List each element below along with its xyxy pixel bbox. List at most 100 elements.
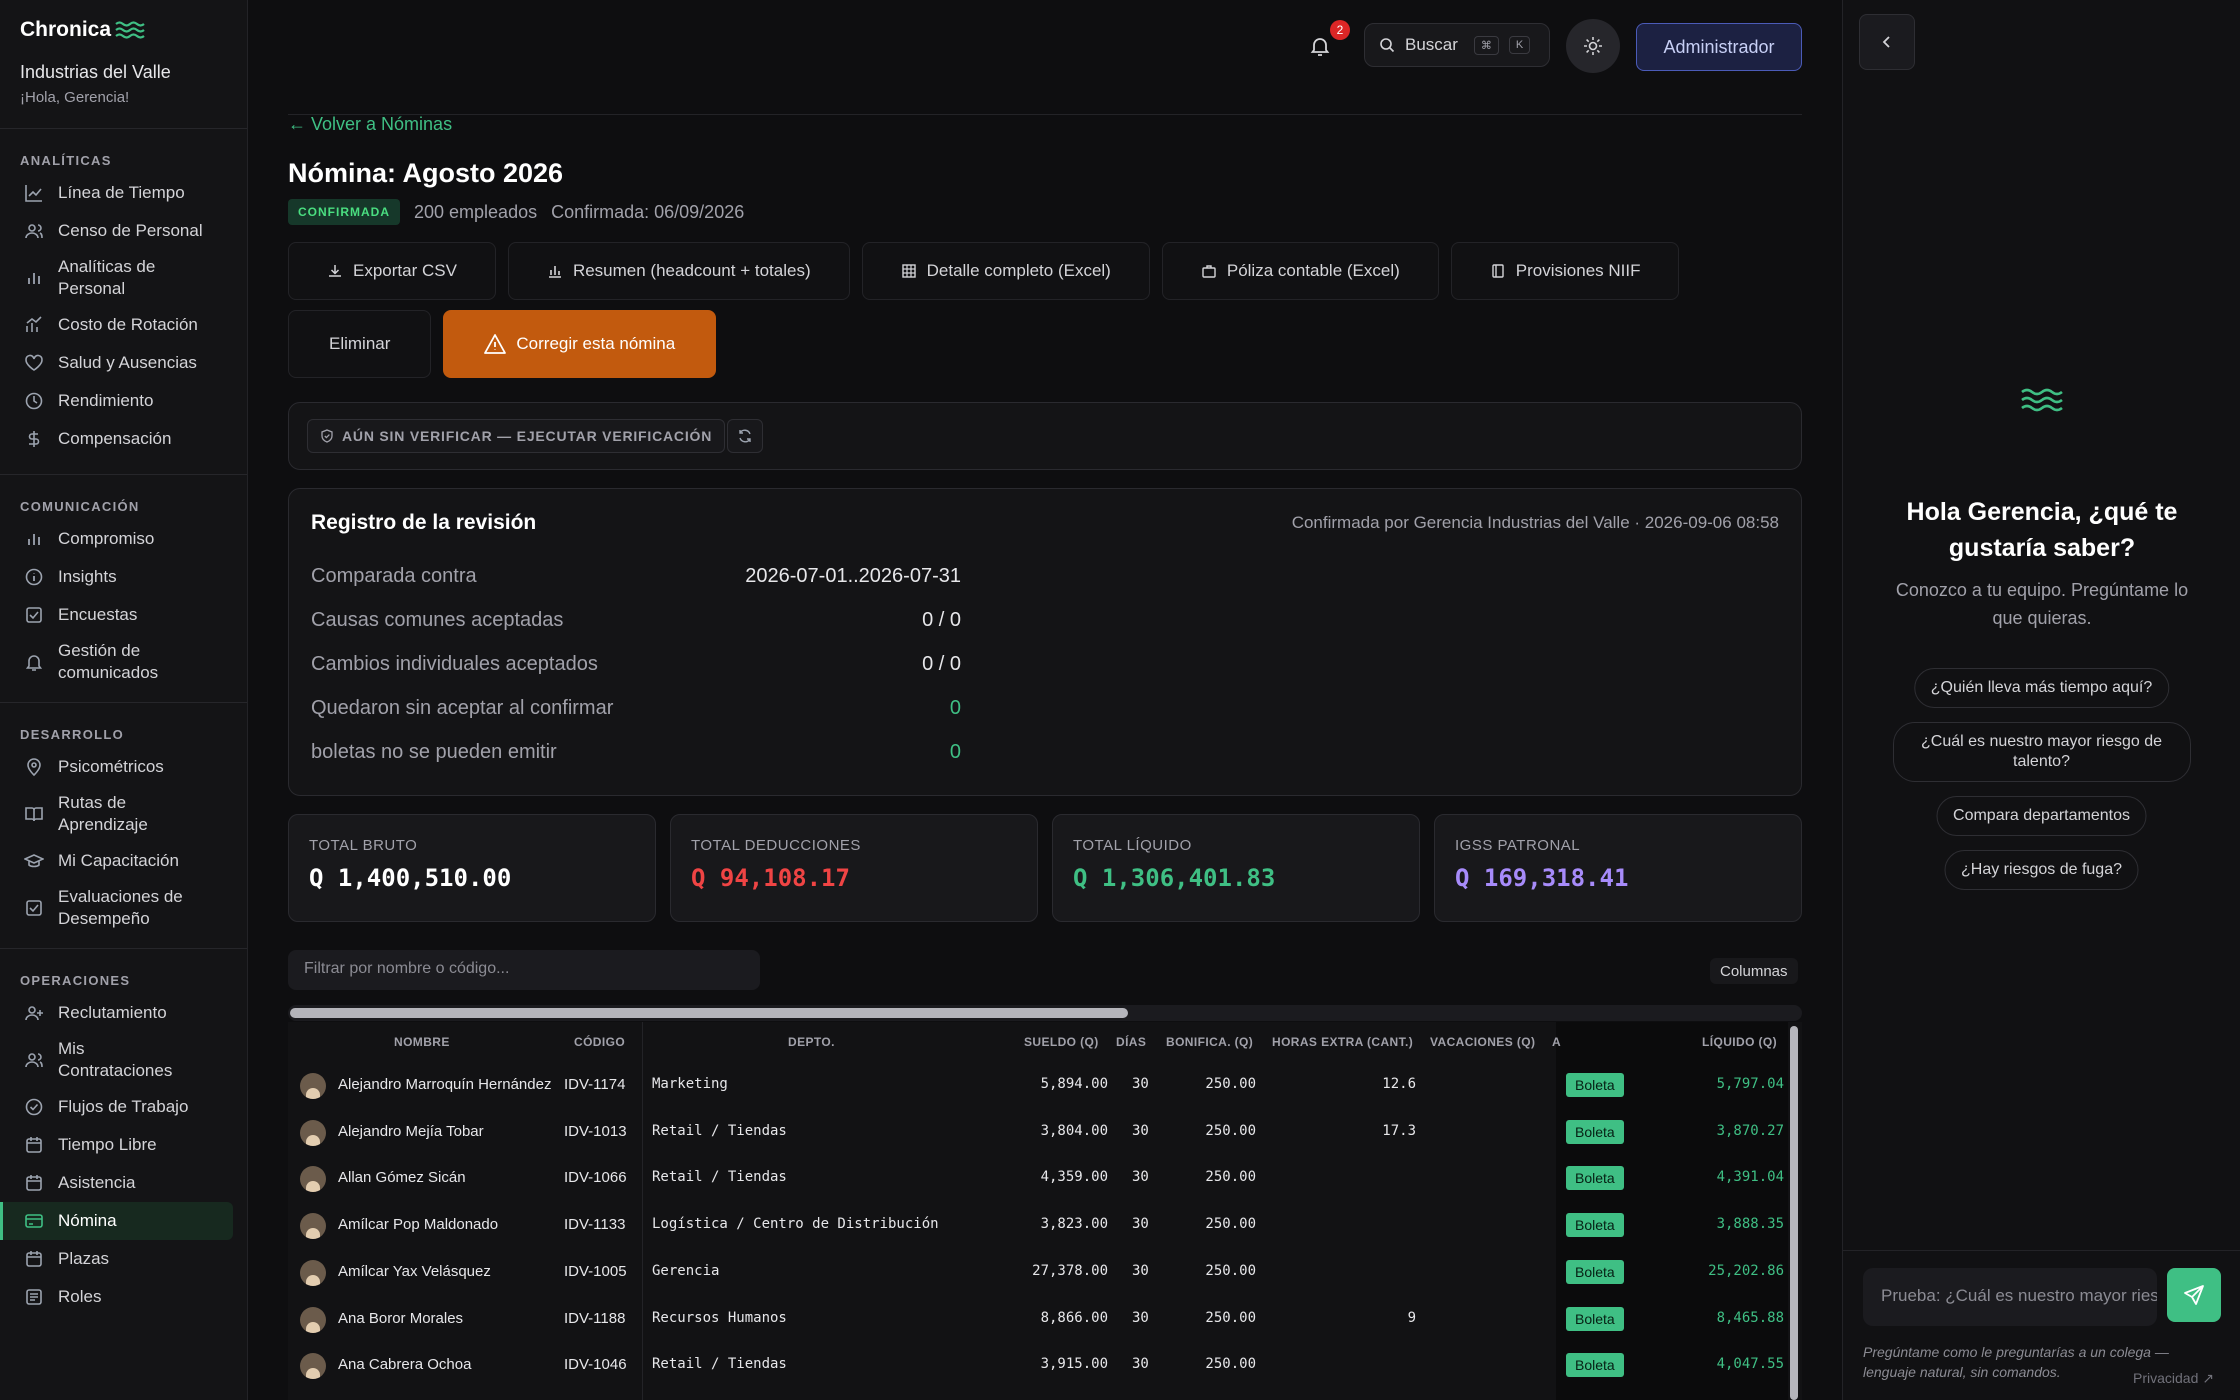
sidebar-item-censo[interactable]: Censo de Personal <box>0 212 247 250</box>
detail-excel-button[interactable]: Detalle completo (Excel) <box>861 242 1150 300</box>
admin-button[interactable]: Administrador <box>1636 23 1802 71</box>
notifications-bell-icon[interactable] <box>1308 34 1332 58</box>
sidebar-item-comunicados[interactable]: Gestión de comunicados <box>0 634 247 690</box>
col-header-dias[interactable]: DÍAS <box>1116 1035 1146 1049</box>
col-header-liquido[interactable]: LÍQUIDO (Q) <box>1702 1035 1777 1049</box>
back-link[interactable]: ← Volver a Nóminas <box>288 114 452 135</box>
review-value: 0 <box>949 697 961 719</box>
cell-salary: 4,359.00 <box>1040 1169 1108 1186</box>
table-row[interactable]: Ana Cabrera Ochoa IDV-1046 Retail / Tienda… <box>288 1342 1788 1388</box>
sidebar-item-reclutamiento[interactable]: Reclutamiento <box>0 994 247 1032</box>
section-comunicacion: COMUNICACIÓN <box>20 499 140 514</box>
scrollbar-thumb[interactable] <box>290 1008 1128 1018</box>
sidebar-item-costo-rotacion[interactable]: Costo de Rotación <box>0 306 247 344</box>
sidebar-item-label: Asistencia <box>58 1173 136 1192</box>
search-label: Buscar <box>1405 35 1458 54</box>
col-header-sueldo[interactable]: SUELDO (Q) <box>1024 1035 1099 1049</box>
col-header-horas-extra[interactable]: HORAS EXTRA (CANT.) <box>1272 1035 1413 1049</box>
send-button[interactable] <box>2167 1268 2221 1322</box>
filter-input[interactable]: Filtrar por nombre o código... <box>288 950 760 990</box>
sidebar-item-insights[interactable]: Insights <box>0 558 247 596</box>
sidebar-item-contrataciones[interactable]: Mis Contrataciones <box>0 1032 247 1088</box>
sidebar-item-nomina[interactable]: Nómina <box>0 1202 233 1240</box>
review-row: Causas comunes aceptadas 0 / 0 <box>311 609 961 632</box>
stat-value: Q 1,400,510.00 <box>309 864 512 892</box>
cell-overtime: 9 <box>1407 1309 1416 1326</box>
col-header-codigo[interactable]: CÓDIGO <box>574 1035 625 1049</box>
table-row[interactable]: Allan Gómez Sicán IDV-1066 Retail / Tienda… <box>288 1155 1788 1201</box>
chat-input[interactable]: Prueba: ¿Cuál es nuestro mayor riesgo de… <box>1863 1268 2157 1326</box>
export-csv-button[interactable]: Exportar CSV <box>288 242 496 300</box>
columns-button[interactable]: Columnas <box>1710 958 1798 984</box>
cell-code: IDV-1174 <box>564 1076 626 1093</box>
col-header-vacaciones[interactable]: VACACIONES (Q) <box>1430 1035 1535 1049</box>
cell-name: Amílcar Yax Velásquez <box>338 1262 491 1280</box>
stat-value: Q 1,306,401.83 <box>1073 864 1276 892</box>
sidebar-item-compensacion[interactable]: Compensación <box>0 420 247 458</box>
sidebar-item-flujos[interactable]: Flujos de Trabajo <box>0 1088 247 1126</box>
collapse-panel-button[interactable] <box>1859 14 1915 70</box>
suggestion-chip[interactable]: ¿Cuál es nuestro mayor riesgo de talento… <box>1892 722 2191 782</box>
sidebar-item-plazas[interactable]: Plazas <box>0 1240 247 1278</box>
cell-net: 4,047.55 <box>1716 1356 1784 1373</box>
boleta-button[interactable]: Boleta <box>1566 1353 1624 1378</box>
refresh-button[interactable] <box>727 419 763 453</box>
brand[interactable]: Chronica <box>20 18 247 42</box>
boleta-button[interactable]: Boleta <box>1566 1119 1624 1144</box>
search-button[interactable]: Buscar ⌘ K <box>1364 23 1550 67</box>
boleta-button[interactable]: Boleta <box>1566 1306 1624 1331</box>
cell-days: 30 <box>1132 1169 1149 1186</box>
cell-net: 3,888.35 <box>1716 1216 1784 1233</box>
assistant-greeting: Hola Gerencia, ¿qué te gustaría saber? <box>1906 498 2178 562</box>
warning-icon <box>484 334 507 354</box>
col-header-nombre[interactable]: NOMBRE <box>394 1035 450 1049</box>
suggestion-chip[interactable]: ¿Quién lleva más tiempo aquí? <box>1913 668 2170 708</box>
delete-button[interactable]: Eliminar <box>288 310 432 378</box>
sidebar-item-compromiso[interactable]: Compromiso <box>0 520 247 558</box>
table-row[interactable]: Ana Boror Morales IDV-1188 Recursos Humano… <box>288 1296 1788 1342</box>
sidebar-item-label: Compromiso <box>58 529 155 548</box>
sidebar-item-label: Reclutamiento <box>58 1003 167 1022</box>
run-verification-button[interactable]: AÚN SIN VERIFICAR — EJECUTAR VERIFICACIÓ… <box>307 419 726 453</box>
sidebar-item-label: Analíticas de Personal <box>58 257 156 298</box>
col-header-truncated[interactable]: A <box>1552 1035 1561 1049</box>
col-header-bonificacion[interactable]: BONIFICA. (Q) <box>1166 1035 1253 1049</box>
download-icon <box>329 265 341 277</box>
col-header-depto[interactable]: DEPTO. <box>788 1035 835 1049</box>
boleta-button[interactable]: Boleta <box>1566 1259 1624 1284</box>
theme-toggle-button[interactable] <box>1566 19 1620 73</box>
suggestion-chip[interactable]: Compara departamentos <box>1936 796 2147 836</box>
table-row[interactable]: Alejandro Mejía Tobar IDV-1013 Retail / Ti… <box>288 1109 1788 1155</box>
summary-button[interactable]: Resumen (headcount + totales) <box>507 242 850 300</box>
boleta-button[interactable]: Boleta <box>1566 1073 1624 1097</box>
sidebar-item-analiticas-personal[interactable]: Analíticas de Personal <box>0 250 247 306</box>
sidebar-item-label: Línea de Tiempo <box>58 183 185 202</box>
privacy-link[interactable]: Privacidad ↗ <box>2133 1370 2214 1387</box>
stat-igss-patronal: IGSS PATRONAL Q 169,318.41 <box>1434 814 1802 922</box>
table-row[interactable]: Amílcar Yax Velásquez IDV-1005 Gerencia 27,… <box>288 1249 1788 1295</box>
sidebar-item-encuestas[interactable]: Encuestas <box>0 596 247 634</box>
table-row[interactable]: Alejandro Marroquín Hernández IDV-1174 Mar… <box>288 1062 1788 1108</box>
provisions-button[interactable]: Provisiones NIIF <box>1450 242 1680 300</box>
sidebar-item-salud[interactable]: Salud y Ausencias <box>0 344 247 382</box>
table-row[interactable]: Amílcar Pop Maldonado IDV-1133 Logística /… <box>288 1202 1788 1248</box>
sidebar-item-roles[interactable]: Roles <box>0 1278 247 1316</box>
sidebar-item-linea-tiempo[interactable]: Línea de Tiempo <box>0 174 247 212</box>
boleta-button[interactable]: Boleta <box>1566 1166 1624 1191</box>
suggestion-chip[interactable]: ¿Hay riesgos de fuga? <box>1944 850 2139 890</box>
horizontal-scrollbar[interactable] <box>288 1005 1802 1021</box>
sidebar-item-asistencia[interactable]: Asistencia <box>0 1164 247 1202</box>
calendar-icon <box>26 1137 42 1153</box>
sidebar-item-rendimiento[interactable]: Rendimiento <box>0 382 247 420</box>
fix-payroll-button[interactable]: Corregir esta nómina <box>443 310 717 378</box>
boleta-button[interactable]: Boleta <box>1566 1213 1624 1238</box>
cell-name: Ana Cabrera Ochoa <box>338 1356 472 1374</box>
sidebar-item-tiempo-libre[interactable]: Tiempo Libre <box>0 1126 247 1164</box>
sidebar-item-evaluaciones[interactable]: Evaluaciones de Desempeño <box>0 880 247 936</box>
accounting-policy-button[interactable]: Póliza contable (Excel) <box>1161 242 1439 300</box>
sidebar-item-psicometricos[interactable]: Psicométricos <box>0 748 247 786</box>
heart-icon <box>25 354 43 371</box>
vertical-scrollbar[interactable] <box>1790 1026 1798 1400</box>
sidebar-item-rutas[interactable]: Rutas de Aprendizaje <box>0 786 247 842</box>
sidebar-item-capacitacion[interactable]: Mi Capacitación <box>0 842 247 880</box>
